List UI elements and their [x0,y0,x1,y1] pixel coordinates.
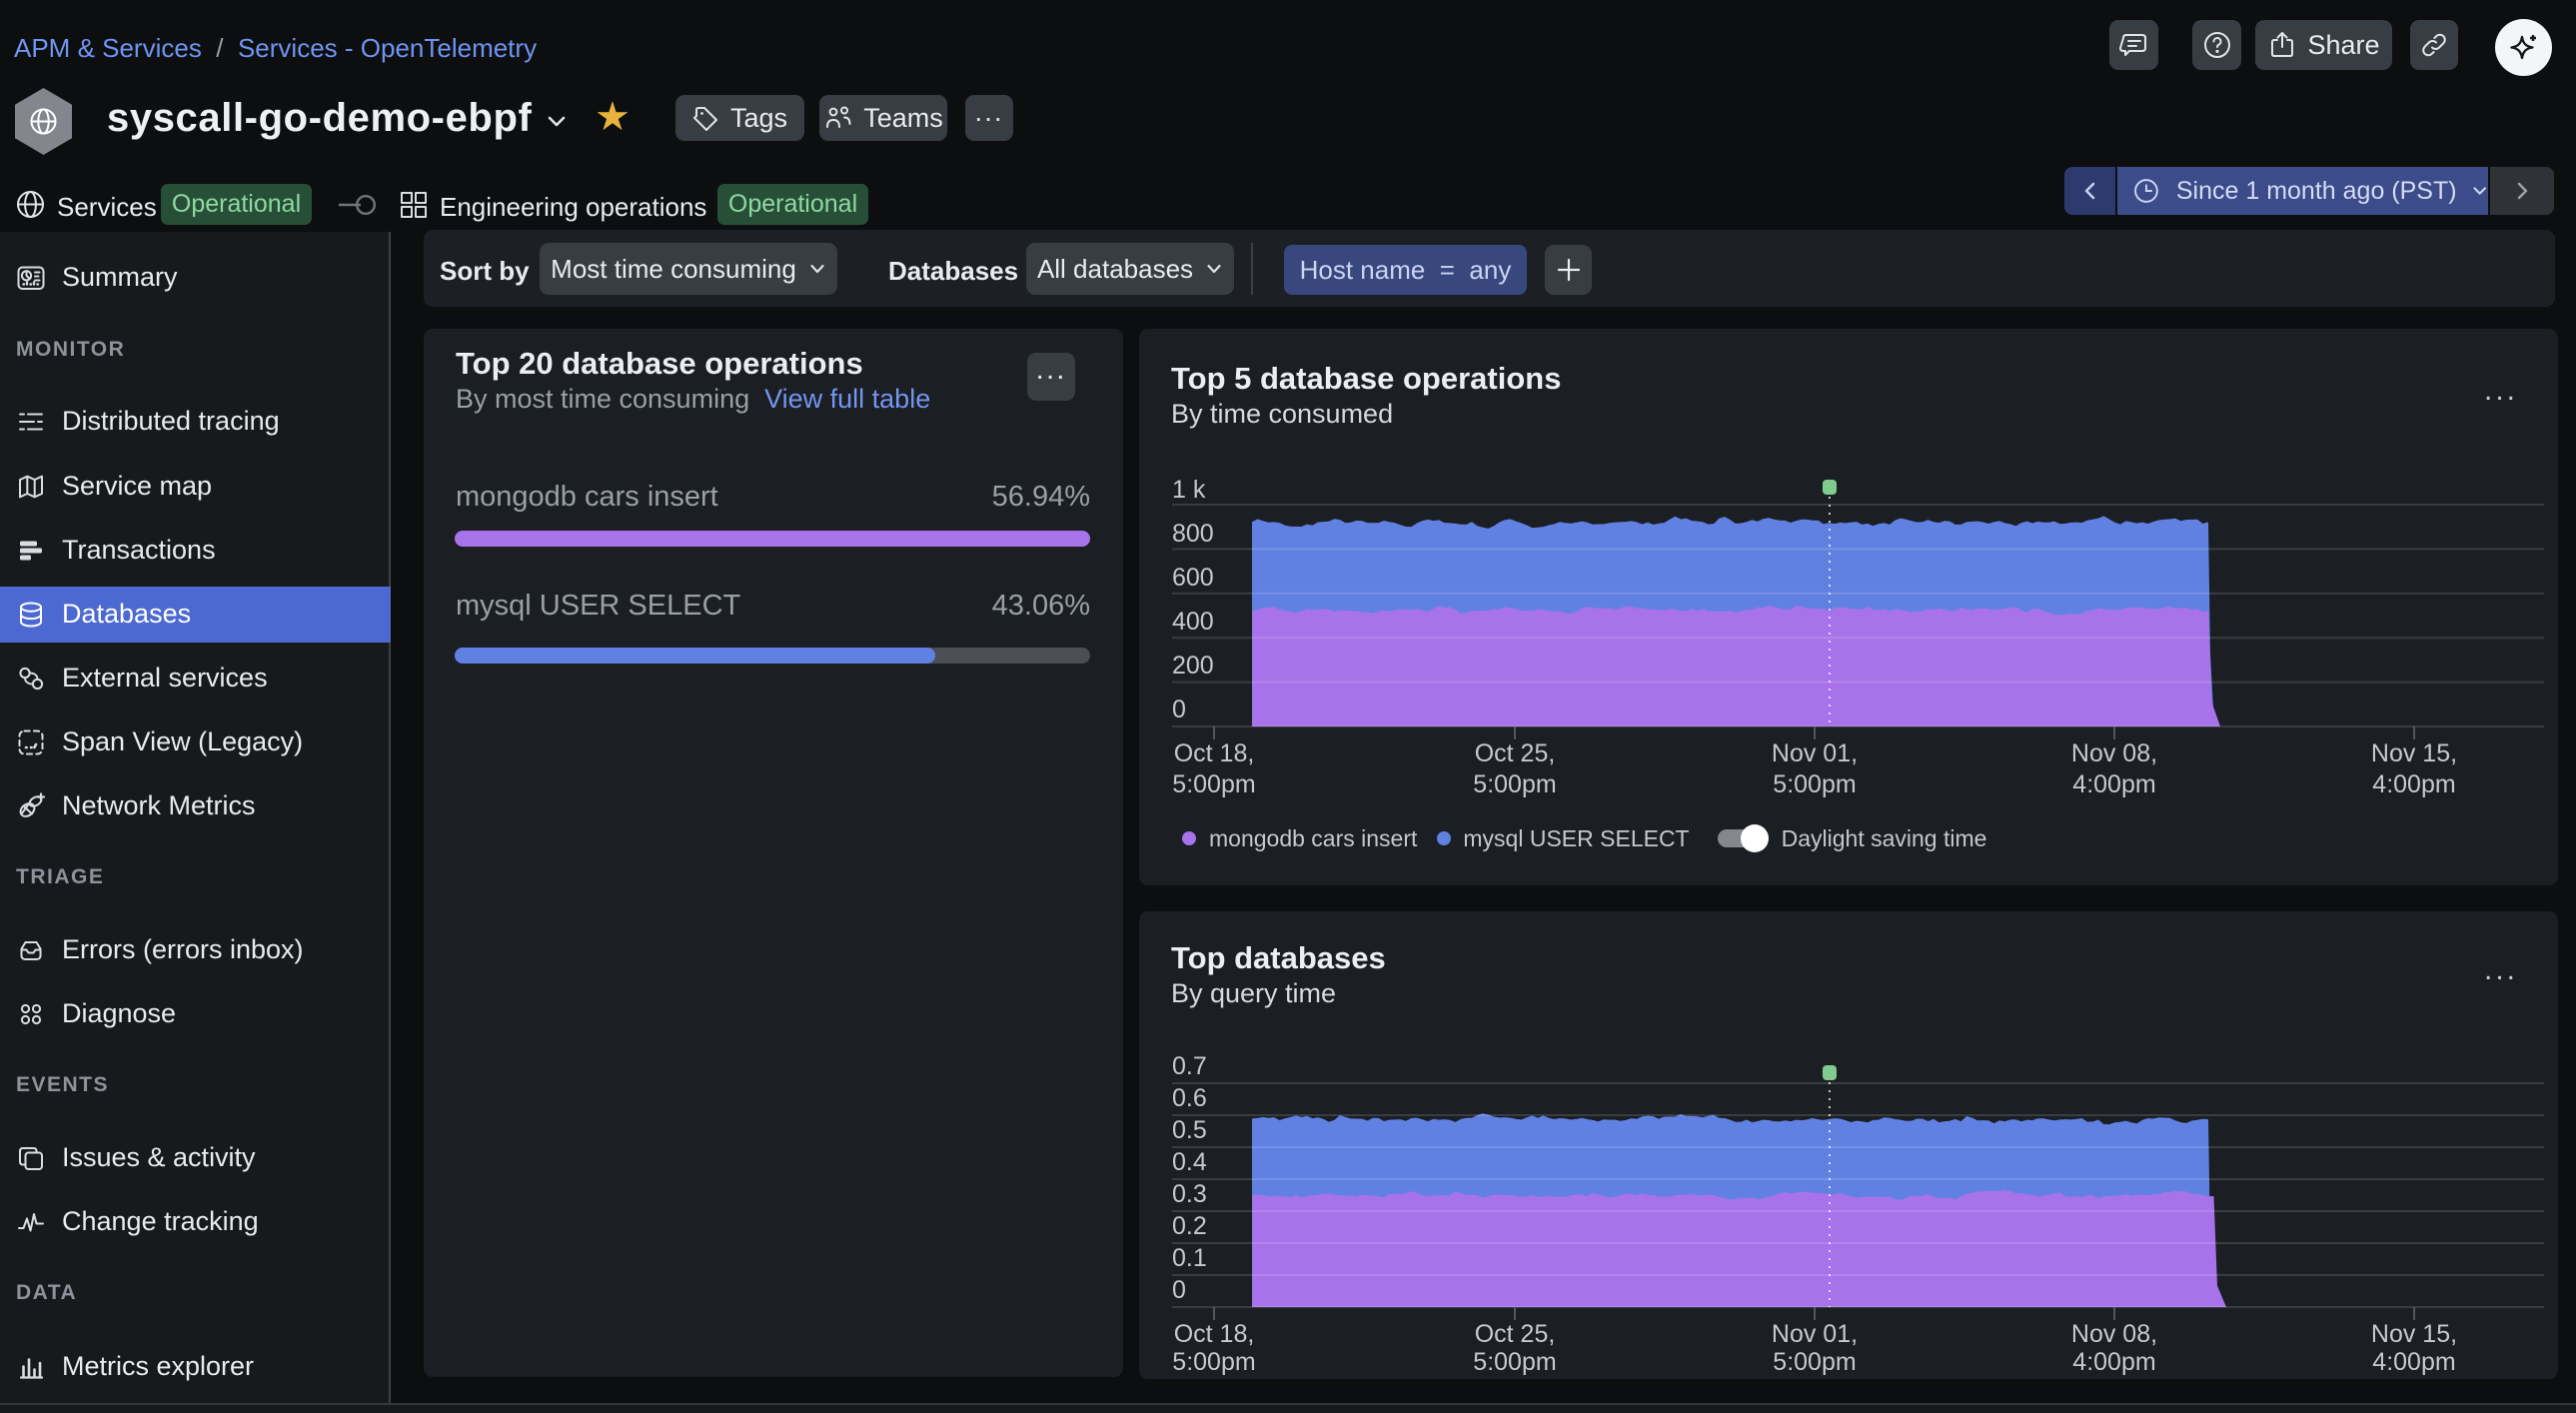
svg-text:Nov 15,: Nov 15, [2371,1320,2457,1348]
svg-text:Nov 15,: Nov 15, [2371,739,2457,767]
svg-text:0.1: 0.1 [1172,1244,1207,1272]
svg-text:Nov 01,: Nov 01, [1772,1320,1858,1348]
svg-text:800: 800 [1172,520,1214,548]
svg-text:Nov 08,: Nov 08, [2071,1320,2157,1348]
svg-text:600: 600 [1172,564,1214,592]
svg-text:0.6: 0.6 [1172,1084,1207,1112]
svg-text:0.7: 0.7 [1172,1052,1207,1080]
svg-text:Nov 01,: Nov 01, [1772,739,1858,767]
svg-text:Oct 18,: Oct 18, [1174,739,1255,767]
svg-text:4:00pm: 4:00pm [2072,770,2155,798]
svg-text:0.5: 0.5 [1172,1116,1207,1144]
svg-text:400: 400 [1172,608,1214,636]
svg-text:0.2: 0.2 [1172,1212,1207,1240]
svg-text:0: 0 [1172,1276,1186,1304]
svg-text:5:00pm: 5:00pm [1773,1348,1856,1376]
svg-text:4:00pm: 4:00pm [2372,1348,2455,1376]
svg-text:5:00pm: 5:00pm [1773,770,1856,798]
svg-text:4:00pm: 4:00pm [2072,1348,2155,1376]
svg-text:Oct 18,: Oct 18, [1174,1320,1255,1348]
svg-text:5:00pm: 5:00pm [1473,1348,1556,1376]
svg-text:Oct 25,: Oct 25, [1475,739,1556,767]
svg-text:0.3: 0.3 [1172,1180,1207,1208]
svg-text:Nov 08,: Nov 08, [2071,739,2157,767]
svg-text:Oct 25,: Oct 25, [1475,1320,1556,1348]
svg-text:0.4: 0.4 [1172,1148,1207,1176]
svg-text:200: 200 [1172,652,1214,680]
svg-text:5:00pm: 5:00pm [1473,770,1556,798]
svg-text:0: 0 [1172,696,1186,723]
svg-text:5:00pm: 5:00pm [1172,770,1255,798]
svg-text:5:00pm: 5:00pm [1172,1348,1255,1376]
svg-text:4:00pm: 4:00pm [2372,770,2455,798]
svg-text:1 k: 1 k [1172,476,1206,504]
